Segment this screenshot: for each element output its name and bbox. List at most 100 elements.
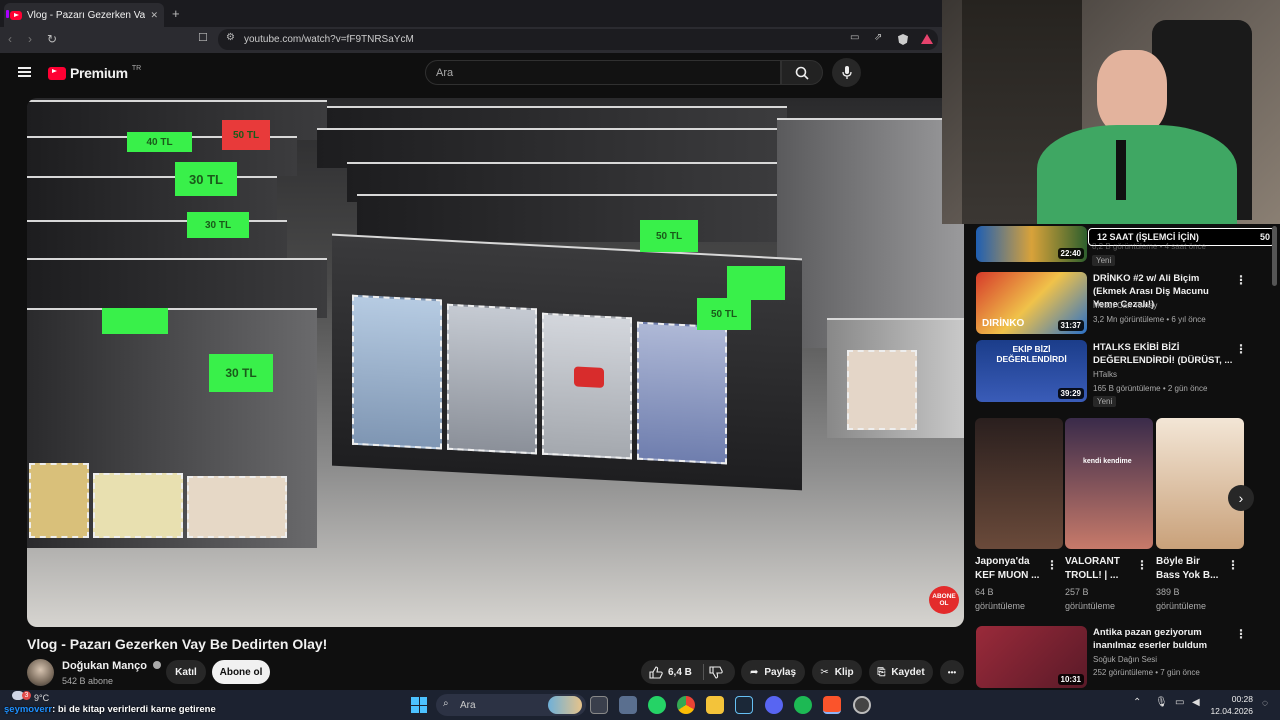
short-thumbnail[interactable] xyxy=(975,418,1063,549)
subscribe-watermark[interactable]: ABONE OL xyxy=(929,586,959,614)
discord-icon[interactable] xyxy=(765,696,783,714)
more-options-icon[interactable]: ⋮ xyxy=(1046,558,1058,572)
sidebar-scrollbar[interactable] xyxy=(1272,226,1277,286)
recommendation-channel[interactable]: Soğuk Dağın Sesi xyxy=(1093,655,1157,664)
recommendation-channel[interactable]: HTalks xyxy=(1093,370,1117,379)
brave-browser-icon[interactable] xyxy=(823,696,841,714)
more-options-icon[interactable]: ⋮ xyxy=(1235,342,1247,356)
brave-shield-icon[interactable] xyxy=(898,34,908,45)
url-bar[interactable]: ⚙ youtube.com/watch?v=fF9TNRSaYcM ▭ ⇗ xyxy=(218,29,938,50)
join-button[interactable]: Katıl xyxy=(166,660,206,684)
voice-search-button[interactable] xyxy=(832,58,861,87)
clock-date[interactable]: 12.04.2026 xyxy=(1208,706,1253,716)
next-shorts-button[interactable]: › xyxy=(1228,485,1254,511)
short-thumbnail[interactable] xyxy=(1156,418,1244,549)
taskbar-search-icon: ⌕ xyxy=(443,698,449,709)
dislike-button[interactable] xyxy=(709,666,723,682)
tray-overflow-icon[interactable]: ⌃ xyxy=(1133,697,1141,708)
reload-icon[interactable]: ↻ xyxy=(47,33,57,45)
short-title[interactable]: Japonya'da KEF MUON ... xyxy=(975,555,1043,583)
share-button[interactable]: ➦ Paylaş xyxy=(741,660,805,684)
clock-time[interactable]: 00:28 xyxy=(1213,694,1253,704)
save-button[interactable]: ⎘ Kaydet xyxy=(869,660,933,684)
more-options-icon[interactable]: ⋮ xyxy=(1235,627,1247,641)
price-tag: 50 TL xyxy=(222,120,270,150)
weather-temp: 9°C xyxy=(34,693,50,703)
tray-mic-icon[interactable]: 🎙 xyxy=(1155,697,1168,708)
share-label: Paylaş xyxy=(764,666,797,678)
recommendation-thumbnail[interactable]: EKİP BİZİ DEĞERLENDİRDİ 39:29 xyxy=(976,340,1087,402)
browser-tab[interactable]: Vlog - Pazarı Gezerken Vay Be ✕ xyxy=(4,3,164,27)
short-title[interactable]: Böyle Bir Bass Yok B... xyxy=(1156,555,1224,583)
browser-tab-strip: Vlog - Pazarı Gezerken Vay Be ✕ + xyxy=(0,0,942,27)
more-options-icon[interactable]: ⋮ xyxy=(1235,273,1247,287)
search-input[interactable]: Ara xyxy=(425,60,781,85)
short-views-label: görüntüleme xyxy=(1156,601,1207,611)
youtube-logo[interactable]: Premium TR xyxy=(48,65,141,81)
bookmark-icon[interactable]: ☐ xyxy=(198,33,208,44)
poll-value: 50 xyxy=(1260,232,1271,242)
short-views-count: 64 B xyxy=(975,587,994,597)
clip-button[interactable]: ✂ Klip xyxy=(812,660,862,684)
share-page-icon[interactable]: ⇗ xyxy=(874,33,882,43)
network-icon[interactable]: ▭ xyxy=(1175,697,1184,708)
tab-title: Vlog - Pazarı Gezerken Vay Be xyxy=(27,9,146,21)
forward-icon[interactable]: › xyxy=(28,33,32,45)
video-player[interactable]: 40 TL 50 TL 30 TL 30 TL 50 TL 50 TL 30 T… xyxy=(27,98,964,627)
short-thumbnail[interactable]: kendi kendime xyxy=(1065,418,1153,549)
like-button[interactable]: 6,4 B xyxy=(649,665,692,679)
widgets-icon[interactable] xyxy=(619,696,637,714)
windows-start-icon[interactable] xyxy=(411,697,427,713)
streamer-webcam xyxy=(942,0,1280,224)
recommendation-channel[interactable]: Mesut Can Tomay xyxy=(1093,301,1157,310)
recommendation-thumbnail[interactable]: DIRİNKO 31:37 xyxy=(976,272,1087,334)
site-info-icon[interactable]: ⚙ xyxy=(226,33,235,43)
recommendation-title[interactable]: 12 SAAT (İŞLEMCİ İÇİN) xyxy=(1097,232,1199,242)
video-title: Vlog - Pazarı Gezerken Vay Be Dedirten O… xyxy=(27,636,328,652)
scissors-icon: ✂ xyxy=(820,666,829,678)
recommendation-thumbnail[interactable]: 22:40 xyxy=(976,226,1087,262)
chrome-icon[interactable] xyxy=(677,696,695,714)
recommendation-title[interactable]: HTALKS EKİBİ BİZİ DEĞERLENDİRDİ! (DÜRÜST… xyxy=(1093,341,1233,367)
microphone-icon xyxy=(841,65,852,79)
close-tab-icon[interactable]: ✕ xyxy=(150,10,158,21)
search-highlight-image[interactable] xyxy=(548,696,582,714)
stamp xyxy=(352,294,442,450)
task-view-icon[interactable] xyxy=(590,696,608,714)
obs-icon[interactable] xyxy=(853,696,871,714)
whatsapp-icon[interactable] xyxy=(648,696,666,714)
menu-icon[interactable] xyxy=(18,67,31,77)
cast-icon[interactable]: ▭ xyxy=(850,33,859,43)
price-tag: 50 TL xyxy=(640,220,698,252)
more-options-icon[interactable]: ⋮ xyxy=(1227,558,1239,572)
more-actions-button[interactable]: ••• xyxy=(940,660,964,684)
file-explorer-icon[interactable] xyxy=(706,696,724,714)
brave-rewards-icon[interactable] xyxy=(921,34,933,44)
clip-label: Klip xyxy=(834,666,854,678)
recommendation-meta: 165 B görüntüleme • 2 gün önce xyxy=(1093,384,1208,393)
search-button[interactable] xyxy=(781,60,823,85)
steam-icon[interactable] xyxy=(735,696,753,714)
new-tab-button[interactable]: + xyxy=(172,7,180,20)
spotify-icon[interactable] xyxy=(794,696,812,714)
recommendation-meta: 8,2 B görüntüleme • 4 saat önce xyxy=(1092,242,1206,251)
back-icon[interactable]: ‹ xyxy=(8,33,12,45)
recommendation-thumbnail[interactable]: 10:31 xyxy=(976,626,1087,688)
recommendation-meta: 252 görüntüleme • 7 gün önce xyxy=(1093,668,1200,677)
new-badge: Yeni xyxy=(1093,396,1117,407)
volume-icon[interactable]: ◀ xyxy=(1192,697,1200,708)
subscribe-button[interactable]: Abone ol xyxy=(212,660,270,684)
short-title[interactable]: VALORANT TROLL! | ... xyxy=(1065,555,1133,583)
recommendation-title[interactable]: Antika pazan geziyorum inanılmaz eserler… xyxy=(1093,626,1233,652)
channel-name-text: Doğukan Manço xyxy=(62,660,147,672)
youtube-premium-label: Premium xyxy=(70,65,128,81)
short-views-label: görüntüleme xyxy=(1065,601,1116,611)
channel-name[interactable]: Doğukan Manço xyxy=(62,660,162,672)
thumbs-down-icon xyxy=(709,666,723,679)
youtube-favicon-icon xyxy=(10,10,22,20)
more-options-icon[interactable]: ⋮ xyxy=(1136,558,1148,572)
notifications-icon[interactable]: ◌ xyxy=(1262,698,1268,709)
channel-avatar[interactable] xyxy=(27,659,54,686)
stamp xyxy=(187,476,287,538)
recommendation-meta: 3,2 Mn görüntüleme • 6 yıl önce xyxy=(1093,315,1206,324)
